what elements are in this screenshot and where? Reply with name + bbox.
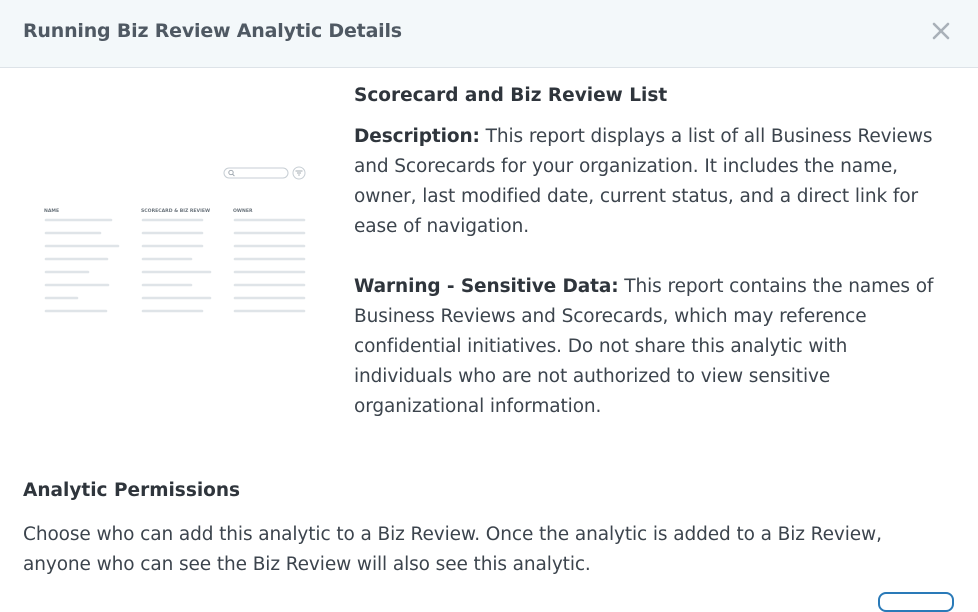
thumb-col-scorecard: SCORECARD & BIZ REVIEW	[141, 208, 210, 214]
dialog-title: Running Biz Review Analytic Details	[23, 20, 402, 42]
report-name: Scorecard and Biz Review List	[354, 85, 668, 106]
dialog-header: Running Biz Review Analytic Details	[0, 0, 978, 68]
thumb-col-name: NAME	[44, 208, 59, 214]
warning-label: Warning - Sensitive Data:	[354, 276, 619, 297]
permissions-title: Analytic Permissions	[23, 480, 241, 501]
search-icon	[223, 167, 289, 179]
warning-text: This report contains the names of Busine…	[354, 276, 934, 417]
report-description: Description: This report displays a list…	[354, 122, 944, 242]
report-thumbnail: NAME SCORECARD & BIZ REVIEW OWNER	[38, 162, 314, 322]
report-details: Scorecard and Biz Review List Descriptio…	[354, 83, 944, 422]
filter-icon	[292, 166, 306, 180]
permissions-action-button[interactable]	[878, 592, 954, 612]
thumb-col-owner: OWNER	[233, 208, 253, 214]
permissions-text: Choose who can add this analytic to a Bi…	[23, 524, 882, 575]
description-label: Description:	[354, 126, 480, 147]
thumb-placeholder-rows	[44, 218, 306, 313]
report-warning: Warning - Sensitive Data: This report co…	[354, 272, 944, 422]
close-icon[interactable]	[928, 18, 954, 44]
